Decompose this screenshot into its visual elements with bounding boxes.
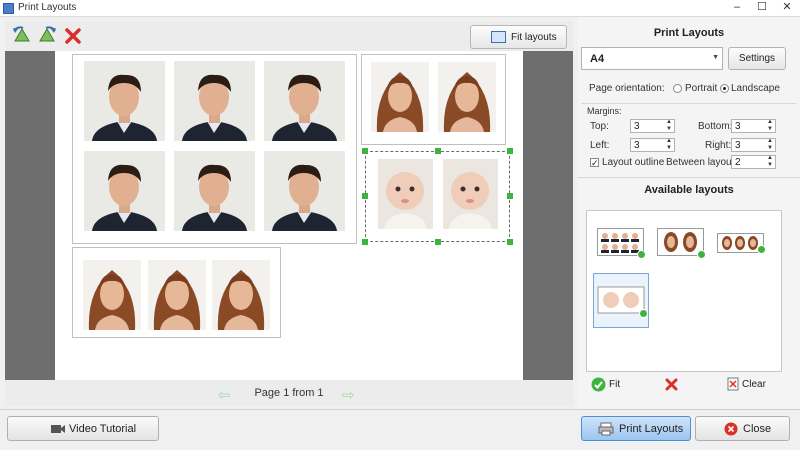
panel-title: Print Layouts <box>653 27 725 39</box>
layout-canvas[interactable] <box>5 51 573 380</box>
app-icon <box>3 3 14 14</box>
printer-icon <box>598 422 614 436</box>
photo-baby[interactable] <box>378 159 433 232</box>
photo-woman[interactable] <box>212 260 270 333</box>
top-margin-field[interactable]: 3 ▲ ▼ <box>630 119 675 133</box>
paper-size-select[interactable]: A4 ▼ <box>581 47 723 70</box>
top-label: Top: <box>590 121 609 132</box>
layout-group-woman-pair[interactable] <box>361 54 506 145</box>
bottom-label: Bottom: <box>698 121 733 132</box>
check-badge-icon <box>697 250 706 259</box>
close-button[interactable]: Close <box>695 416 790 441</box>
chevron-down-icon: ▼ <box>712 54 719 61</box>
close-window-icon[interactable]: ✕ <box>777 0 797 16</box>
photo-baby[interactable] <box>443 159 498 232</box>
layout-group-woman-row[interactable] <box>72 247 281 338</box>
close-icon <box>724 422 738 436</box>
resize-handle[interactable] <box>507 148 513 154</box>
resize-handle[interactable] <box>362 239 368 245</box>
print-layouts-panel: Print Layouts A4 ▼ Settings Page orienta… <box>578 17 800 410</box>
left-label: Left: <box>590 140 610 151</box>
divider <box>578 177 800 178</box>
fit-layouts-icon <box>491 31 506 43</box>
spinner-icon[interactable]: ▲ ▼ <box>767 138 773 152</box>
spinner-icon[interactable]: ▲ ▼ <box>666 119 672 133</box>
left-margin-field[interactable]: 3 ▲ ▼ <box>630 138 675 152</box>
spinner-icon[interactable]: ▲ ▼ <box>767 155 773 169</box>
title-bar: Print Layouts – ☐ ✕ <box>0 0 800 17</box>
photo-woman[interactable] <box>371 62 429 135</box>
page-indicator: Page 1 from 1 <box>254 387 324 399</box>
print-page[interactable] <box>55 51 523 380</box>
resize-handle[interactable] <box>507 239 513 245</box>
page-navigation: ⇦ Page 1 from 1 ⇨ <box>5 380 573 406</box>
rotate-left-icon[interactable] <box>11 25 33 47</box>
layout-thumb-baby-selected[interactable] <box>593 273 649 328</box>
video-tutorial-button[interactable]: Video Tutorial <box>7 416 159 441</box>
photo-man[interactable] <box>264 61 345 144</box>
resize-handle[interactable] <box>507 193 513 199</box>
landscape-radio[interactable] <box>720 84 729 93</box>
photo-woman[interactable] <box>83 260 141 333</box>
layout-group-baby-selected[interactable] <box>365 151 510 242</box>
page-orientation-label: Page orientation: <box>589 83 665 94</box>
photo-man[interactable] <box>84 151 165 234</box>
photo-man[interactable] <box>174 61 255 144</box>
layout-thumb-woman-pair[interactable] <box>657 228 706 259</box>
window-body: Fit layouts ⇦ Page 1 from 1 ⇨ Print Layo… <box>0 17 800 450</box>
next-page-icon[interactable]: ⇨ <box>342 386 355 404</box>
layout-group-man[interactable] <box>72 54 357 244</box>
resize-handle[interactable] <box>435 148 441 154</box>
check-badge-icon <box>637 250 646 259</box>
print-layouts-button[interactable]: Print Layouts <box>581 416 691 441</box>
photo-man[interactable] <box>264 151 345 234</box>
check-badge-icon <box>639 309 648 318</box>
right-margin-field[interactable]: 3 ▲ ▼ <box>731 138 776 152</box>
clear-icon <box>727 377 739 391</box>
layout-outline-label: Layout outline <box>602 157 665 168</box>
check-badge-icon <box>757 245 766 254</box>
right-label: Right: <box>705 140 732 151</box>
spinner-icon[interactable]: ▲ ▼ <box>767 119 773 133</box>
landscape-label: Landscape <box>731 83 780 94</box>
camera-icon <box>51 425 65 433</box>
margins-label: Margins: <box>587 106 622 116</box>
available-layouts-list[interactable] <box>586 210 782 372</box>
minimize-icon[interactable]: – <box>727 0 747 16</box>
footer-divider <box>0 409 800 410</box>
resize-handle[interactable] <box>435 239 441 245</box>
photo-man[interactable] <box>84 61 165 144</box>
maximize-icon[interactable]: ☐ <box>752 0 772 16</box>
portrait-radio[interactable] <box>673 84 682 93</box>
resize-handle[interactable] <box>362 148 368 154</box>
photo-man[interactable] <box>174 151 255 234</box>
available-layouts-title: Available layouts <box>644 184 734 196</box>
fit-check-icon <box>591 377 606 392</box>
photo-woman[interactable] <box>438 62 496 135</box>
portrait-label: Portrait <box>685 83 718 94</box>
photo-woman[interactable] <box>148 260 206 333</box>
bottom-margin-field[interactable]: 3 ▲ ▼ <box>731 119 776 133</box>
settings-button[interactable]: Settings <box>728 47 786 70</box>
layout-thumb-woman-row[interactable] <box>717 233 766 254</box>
fit-layouts-button[interactable]: Fit layouts <box>470 25 567 49</box>
resize-handle[interactable] <box>362 193 368 199</box>
between-layouts-field[interactable]: 2 ▲ ▼ <box>731 155 776 169</box>
window-title: Print Layouts <box>18 2 77 13</box>
delete-icon[interactable] <box>62 25 84 47</box>
layout-thumb-man[interactable] <box>597 228 646 259</box>
spinner-icon[interactable]: ▲ ▼ <box>666 138 672 152</box>
layout-outline-checkbox[interactable]: ✓ <box>590 158 599 168</box>
toolbar: Fit layouts <box>5 21 573 51</box>
rotate-right-icon[interactable] <box>36 25 58 47</box>
